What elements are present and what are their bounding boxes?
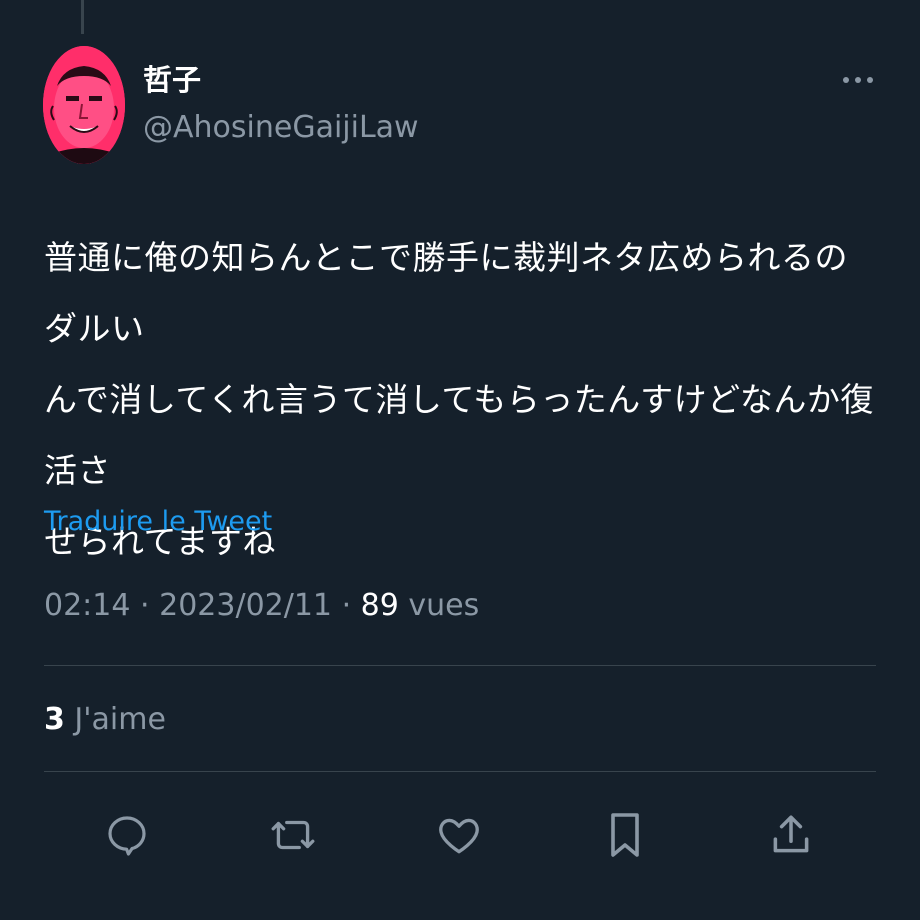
views-count: 89 <box>360 588 399 623</box>
meta-separator: · <box>140 588 150 623</box>
avatar-photo <box>43 46 125 164</box>
tweet-time[interactable]: 02:14 <box>44 588 130 623</box>
tweet-text-line: んで消してくれ言うて消してもらったんすけどなんか復活さ <box>44 380 874 490</box>
meta-separator: · <box>341 588 352 623</box>
tweet-detail-screen: 哲子 @AhosineGaijiLaw 普通に俺の知らんとこで勝手に裁判ネタ広め… <box>0 0 920 920</box>
tweet-metadata: 02:14 · 2023/02/11 · 89 vues <box>44 586 479 626</box>
retweet-button[interactable] <box>258 800 328 870</box>
share-icon <box>773 815 809 853</box>
retweet-icon <box>271 820 315 850</box>
likes-count: 3 <box>44 702 65 737</box>
divider <box>44 665 876 666</box>
avatar[interactable] <box>43 46 125 164</box>
share-button[interactable] <box>756 800 826 870</box>
reply-button[interactable] <box>92 800 162 870</box>
divider <box>44 771 876 772</box>
bookmark-icon <box>611 813 639 857</box>
thread-connector-line <box>81 0 84 34</box>
like-icon <box>439 818 479 854</box>
likes-summary[interactable]: 3 J'aime <box>44 700 166 740</box>
translate-tweet-link[interactable]: Traduire le Tweet <box>44 504 272 540</box>
action-bar <box>44 800 876 870</box>
bookmark-button[interactable] <box>590 800 660 870</box>
author-handle[interactable]: @AhosineGaijiLaw <box>143 108 419 148</box>
more-icon <box>843 77 873 83</box>
likes-label: J'aime <box>74 702 166 737</box>
tweet-text-line: 普通に俺の知らんとこで勝手に裁判ネタ広められるのダルい <box>44 238 848 348</box>
tweet-date[interactable]: 2023/02/11 <box>159 588 332 623</box>
views-label: vues <box>408 588 480 623</box>
like-button[interactable] <box>424 800 494 870</box>
author-display-name[interactable]: 哲子 <box>143 60 201 100</box>
more-options-button[interactable] <box>840 62 876 98</box>
reply-icon <box>108 816 146 856</box>
